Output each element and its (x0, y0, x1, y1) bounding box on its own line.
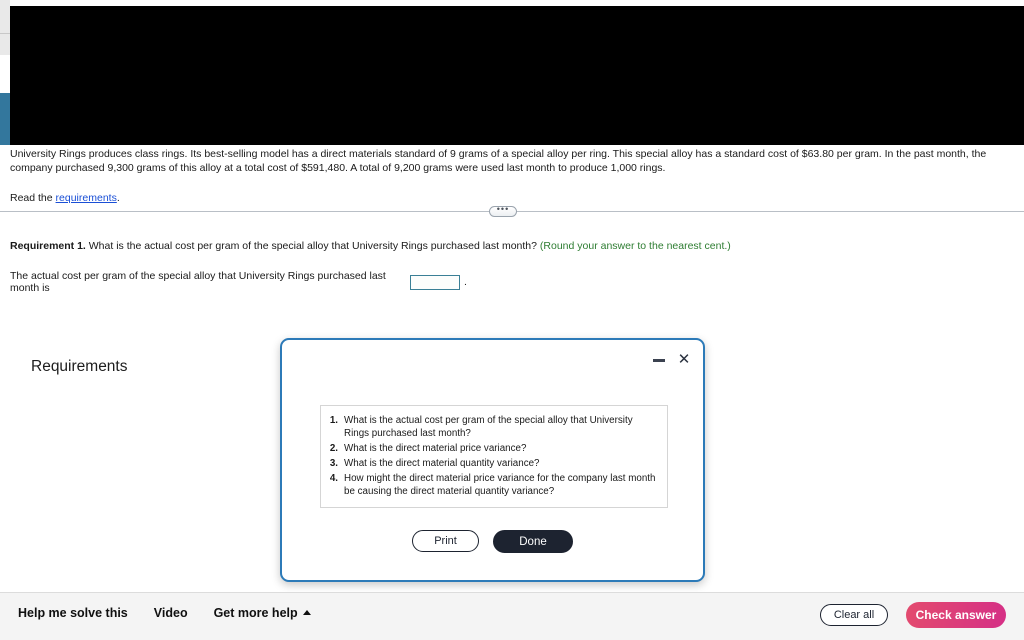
dialog-window-controls: ✕ (653, 352, 691, 367)
answer-period: . (464, 276, 467, 288)
list-item-text: What is the direct material quantity var… (344, 458, 540, 469)
minimize-icon[interactable] (653, 353, 665, 365)
requirement-label: Requirement 1. (10, 240, 86, 252)
list-item-number: 2. (329, 443, 338, 454)
list-item-number: 3. (329, 458, 338, 469)
answer-row: The actual cost per gram of the special … (10, 270, 1010, 294)
get-more-help-label: Get more help (213, 606, 298, 620)
list-item: 3. What is the direct material quantity … (327, 457, 657, 470)
media-viewport (10, 6, 1024, 145)
check-answer-button[interactable]: Check answer (906, 602, 1006, 628)
read-suffix: . (116, 192, 120, 204)
list-item-text: What is the direct material price varian… (344, 443, 527, 454)
requirement-prompt: Requirement 1. What is the actual cost p… (10, 240, 1010, 252)
close-icon[interactable]: ✕ (677, 352, 691, 367)
problem-paragraph: University Rings produces class rings. I… (10, 148, 987, 174)
done-button[interactable]: Done (493, 530, 573, 553)
left-edge-strip-top (0, 0, 10, 33)
caret-up-icon (302, 610, 311, 615)
requirements-list-box: 1. What is the actual cost per gram of t… (320, 405, 668, 508)
dialog-title: Requirements (31, 358, 128, 375)
left-edge-strip-accent (0, 93, 10, 145)
bottom-toolbar: Help me solve this Video Get more help C… (0, 592, 1024, 640)
toolbar-right-group: Clear all Check answer (820, 602, 1006, 628)
requirement-section: Requirement 1. What is the actual cost p… (10, 240, 1010, 294)
splitter-handle-dots: ••• (496, 203, 510, 214)
splitter-handle[interactable]: ••• (489, 203, 517, 217)
exercise-page: University Rings produces class rings. I… (0, 0, 1024, 640)
list-item: 4. How might the direct material price v… (327, 472, 657, 498)
answer-label: The actual cost per gram of the special … (10, 270, 386, 294)
clear-all-button[interactable]: Clear all (820, 604, 888, 626)
list-item-number: 4. (329, 473, 338, 484)
print-button[interactable]: Print (412, 530, 479, 552)
list-item-text: What is the actual cost per gram of the … (344, 415, 633, 439)
dialog-actions: Print Done (282, 530, 703, 553)
list-item: 2. What is the direct material price var… (327, 442, 657, 455)
answer-input[interactable] (410, 274, 460, 290)
problem-statement: University Rings produces class rings. I… (10, 148, 1014, 206)
list-item-number: 1. (329, 415, 338, 426)
requirements-dialog: ✕ 1. What is the actual cost per gram of… (280, 338, 705, 582)
toolbar-left-group: Help me solve this Video Get more help (18, 606, 311, 620)
requirements-link[interactable]: requirements (56, 192, 117, 204)
list-item-text: How might the direct material price vari… (344, 473, 656, 497)
list-item: 1. What is the actual cost per gram of t… (327, 414, 657, 440)
help-me-solve-this-button[interactable]: Help me solve this (18, 606, 128, 620)
requirement-question: What is the actual cost per gram of the … (85, 240, 540, 252)
left-edge-strip-second (0, 34, 10, 55)
read-requirements-line: Read the requirements. (10, 192, 1014, 206)
requirements-list: 1. What is the actual cost per gram of t… (327, 414, 657, 498)
left-edge-strip-white (0, 55, 10, 93)
get-more-help-button[interactable]: Get more help (214, 606, 311, 620)
requirement-round-note: (Round your answer to the nearest cent.) (539, 240, 731, 252)
read-prefix: Read the (10, 192, 56, 204)
video-button[interactable]: Video (154, 606, 188, 620)
